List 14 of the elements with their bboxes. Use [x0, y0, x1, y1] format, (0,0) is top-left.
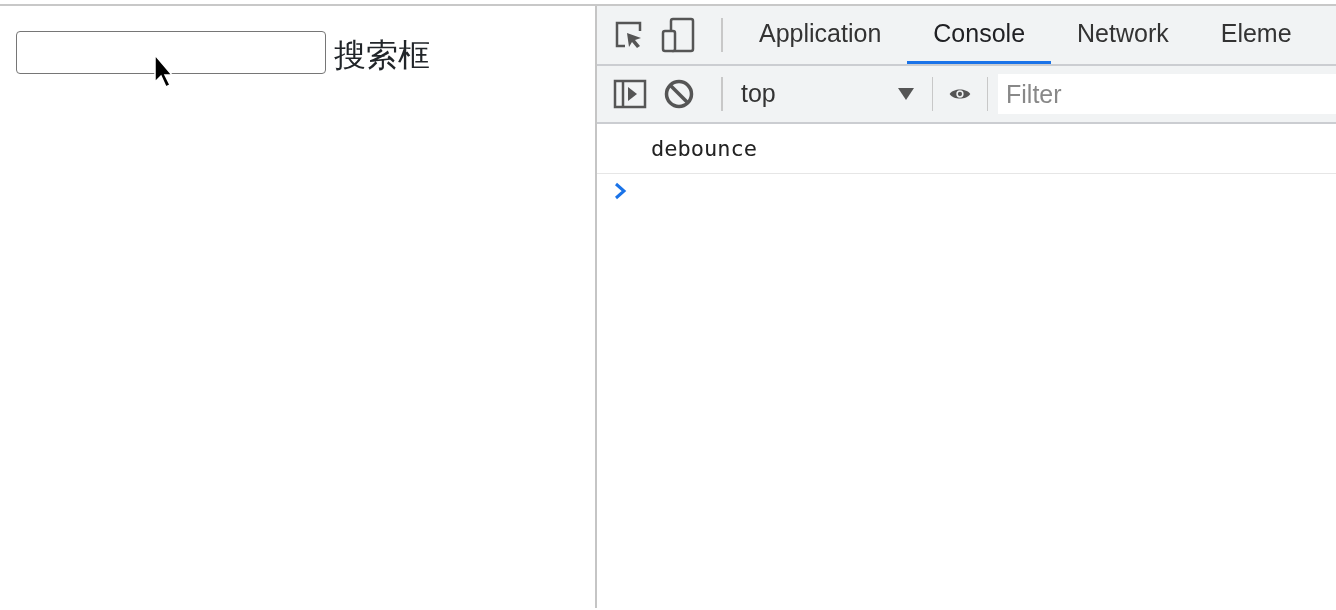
prompt-chevron-icon	[613, 182, 627, 200]
caret-icon	[897, 88, 914, 100]
search-label: 搜索框	[334, 35, 430, 76]
mouse-pointer-icon	[153, 54, 173, 88]
search-field[interactable]	[16, 31, 326, 74]
panel-tab[interactable]: Eleme	[1194, 6, 1318, 64]
panel-tab[interactable]: Application	[733, 6, 908, 64]
filter-field[interactable]: Filter	[998, 74, 1336, 114]
device-toggle-icon[interactable]	[661, 17, 695, 53]
panel-tab[interactable]: Network	[1051, 6, 1195, 64]
sidebar-toggle-icon[interactable]	[613, 79, 647, 109]
console-message: debounce	[597, 124, 1336, 174]
context-selector[interactable]: top	[733, 75, 922, 113]
clear-console-icon[interactable]	[663, 78, 695, 110]
